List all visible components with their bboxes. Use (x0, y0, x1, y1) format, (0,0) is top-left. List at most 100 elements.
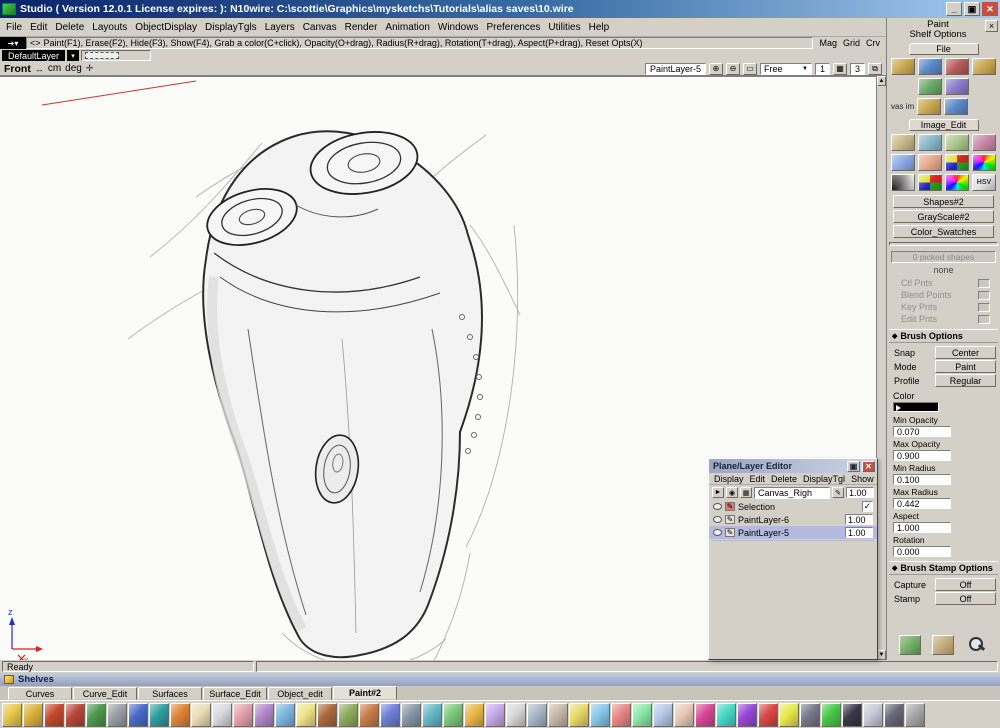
pencil-icon[interactable] (2, 703, 22, 727)
magic-wand-icon[interactable] (569, 703, 589, 727)
editor-menu-item[interactable]: Delete (771, 474, 797, 484)
plane-layer-editor-window[interactable]: Plane/Layer Editor ▣ ✕ DisplayEditDelete… (708, 458, 878, 660)
brush-option-value-button[interactable]: Center (935, 346, 996, 359)
paintbrush-mini-icon[interactable]: ✎ (832, 487, 844, 498)
canvas-save-as-icon[interactable] (972, 58, 996, 75)
pastel-icon[interactable] (191, 703, 211, 727)
prompt-toggle[interactable]: Grid (843, 38, 860, 48)
rotate-layer-icon[interactable] (611, 703, 631, 727)
line-tool-icon[interactable] (380, 703, 400, 727)
color-wheel2-icon[interactable] (945, 174, 969, 191)
brush-option-value-button[interactable]: Paint (935, 360, 996, 373)
grid-toggle-icon[interactable]: ▦ (833, 63, 847, 75)
canvas-opacity-field[interactable]: 1.00 (846, 487, 874, 498)
move-crosshair-icon[interactable]: ✛ (86, 63, 94, 74)
perspective-canvas-icon[interactable] (918, 154, 942, 171)
shelves-tab[interactable]: Paint#2 (333, 686, 397, 700)
layer-visibility-icon[interactable] (713, 516, 722, 523)
gradient-ramp-icon[interactable] (891, 174, 915, 191)
brush-numeric-input[interactable]: 0.000 (893, 546, 951, 557)
shelves-tab[interactable]: Surfaces (138, 687, 202, 700)
shelves-title-bar[interactable]: Shelves (0, 673, 1000, 686)
brush-numeric-input[interactable]: 0.100 (893, 474, 951, 485)
polygon-tool-icon[interactable] (443, 703, 463, 727)
layer-visibility-icon[interactable] (713, 529, 722, 536)
scale-layer-icon[interactable] (632, 703, 652, 727)
invert-icon[interactable] (842, 703, 862, 727)
brush-numeric-input[interactable]: 1.000 (893, 522, 951, 533)
flip-h-icon[interactable] (653, 703, 673, 727)
layout-toggle-icon[interactable]: ⧉ (868, 63, 882, 75)
smear-icon[interactable] (254, 703, 274, 727)
maximize-button[interactable]: ▣ (964, 2, 980, 16)
flip-v-icon[interactable] (674, 703, 694, 727)
invert-colors-icon[interactable] (945, 154, 969, 171)
image-import-icon[interactable] (918, 78, 942, 95)
contrast-icon[interactable] (800, 703, 820, 727)
brush-numeric-input[interactable]: 0.070 (893, 426, 951, 437)
canvas-open-icon[interactable] (918, 58, 942, 75)
menu-item[interactable]: Utilities (544, 20, 584, 35)
green-marker-icon[interactable] (86, 703, 106, 727)
menu-item[interactable]: ObjectDisplay (131, 20, 201, 35)
menu-item[interactable]: Delete (51, 20, 88, 35)
paintbrush-icon[interactable] (932, 635, 954, 655)
brightness-icon[interactable] (779, 703, 799, 727)
color-wheel-icon[interactable] (972, 154, 996, 171)
canvas-grid-icon[interactable]: ▦ (740, 487, 752, 498)
pan-arrows-icon[interactable]: ↔ (35, 64, 44, 74)
clone-icon[interactable] (338, 703, 358, 727)
editor-maximize-button[interactable]: ▣ (847, 461, 860, 472)
menu-item[interactable]: DisplayTgls (201, 20, 261, 35)
menu-item[interactable]: File (2, 20, 26, 35)
shelf-tab-file[interactable]: File (909, 43, 979, 55)
editor-menu-item[interactable]: Display (714, 474, 744, 484)
editor-close-button[interactable]: ✕ (862, 461, 875, 472)
shelves-tab[interactable]: Curves (8, 687, 72, 700)
brush-numeric-input[interactable]: 0.900 (893, 450, 951, 461)
teal-airbrush-icon[interactable] (149, 703, 169, 727)
image-export-icon[interactable] (945, 78, 969, 95)
shelf-tab-button[interactable]: Color_Swatches (893, 225, 994, 238)
shelves-tab[interactable]: Surface_Edit (203, 687, 267, 700)
shelf-tab-button[interactable]: Shapes#2 (893, 195, 994, 208)
hsv-icon[interactable] (972, 174, 996, 191)
layer-checkbox[interactable]: ✓ (862, 501, 873, 512)
scroll-up-icon[interactable]: ▲ (877, 76, 886, 86)
view-field-2[interactable]: 3 (850, 63, 865, 75)
prompt-toggle[interactable]: Mag (819, 38, 837, 48)
layer-row[interactable]: ✎ Selection ✓ (709, 500, 877, 513)
view-mode-combo[interactable]: Free▼ (760, 63, 812, 75)
camera-icon[interactable] (884, 703, 904, 727)
blue-marker-icon[interactable] (128, 703, 148, 727)
layer-opacity-field[interactable]: 1.00 (845, 527, 873, 538)
rotate-canvas-icon[interactable] (918, 134, 942, 151)
swatches-icon[interactable] (716, 703, 736, 727)
stamp-option-value-button[interactable]: Off (935, 592, 996, 605)
shelf-tab-button[interactable]: GrayScale#2 (893, 210, 994, 223)
layer-menu-arrow-icon[interactable]: ▾ (67, 50, 79, 61)
notebook-icon[interactable] (65, 703, 85, 727)
brush-option-value-button[interactable]: Regular (935, 374, 996, 387)
editor-menu-item[interactable]: Show (851, 474, 874, 484)
snapshot-icon[interactable] (863, 703, 883, 727)
magnifier-icon[interactable] (966, 635, 988, 655)
editor-menu-item[interactable]: Edit (750, 474, 766, 484)
layer-preview-box[interactable] (81, 50, 151, 61)
ellipse-tool-icon[interactable] (422, 703, 442, 727)
magnifier-tool-icon[interactable] (905, 703, 925, 727)
prompt-toggle[interactable]: Crv (866, 38, 880, 48)
canvas-new-icon[interactable] (891, 58, 915, 75)
mech-pencil-icon[interactable] (23, 703, 43, 727)
rect-tool-icon[interactable] (401, 703, 421, 727)
shelves-tab[interactable]: Curve_Edit (73, 687, 137, 700)
shelf-tab-image-edit[interactable]: Image_Edit (909, 119, 979, 131)
prompt-go-button[interactable]: ➔▾ (0, 37, 26, 49)
layer-row[interactable]: ✎ PaintLayer-6 1.00 (709, 513, 877, 526)
menu-item[interactable]: Windows (434, 20, 483, 35)
resize-canvas-icon[interactable] (945, 134, 969, 151)
menu-item[interactable]: Edit (26, 20, 51, 35)
brush-stamp-options-header[interactable]: ◆ Brush Stamp Options (889, 561, 998, 575)
warp-canvas-icon[interactable] (891, 154, 915, 171)
frame-view-icon[interactable]: ▭ (743, 63, 757, 75)
